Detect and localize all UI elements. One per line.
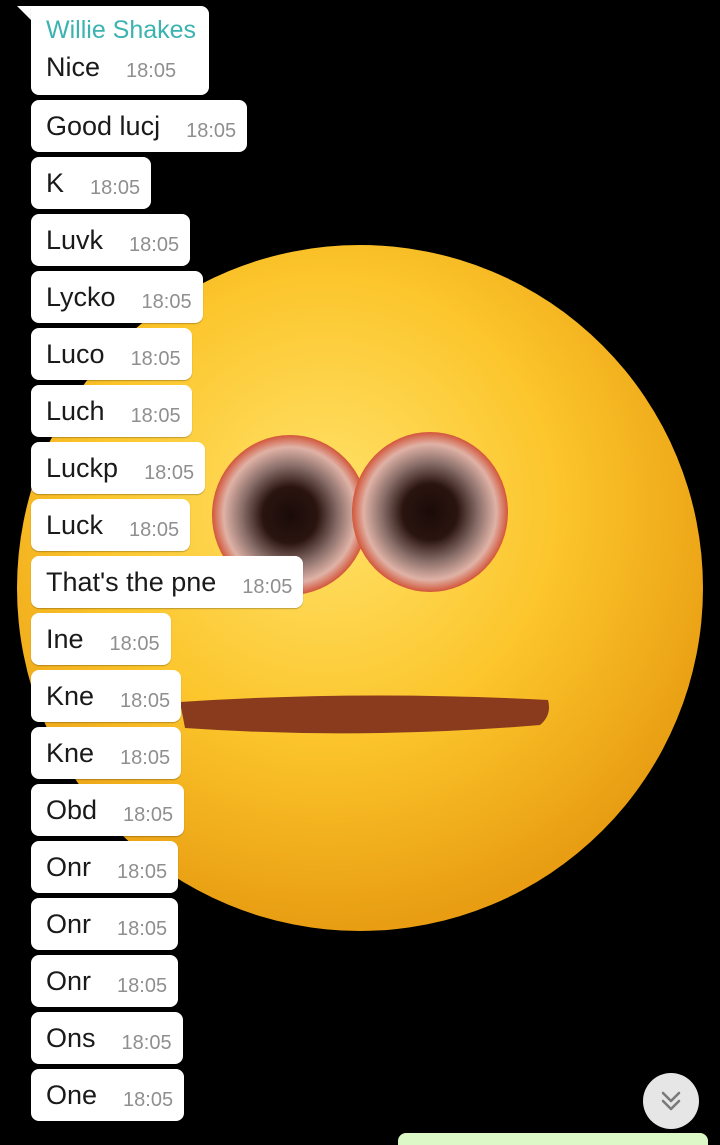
message-timestamp: 18:05 bbox=[109, 632, 160, 655]
message-text: Onr bbox=[46, 966, 92, 996]
message-timestamp: 18:05 bbox=[120, 689, 171, 712]
outgoing-message-bubble-partial bbox=[398, 1133, 708, 1145]
message-bubble[interactable]: Onr 18:05 bbox=[31, 898, 179, 950]
message-text: That's the pne bbox=[46, 567, 217, 597]
scroll-to-bottom-button[interactable] bbox=[643, 1073, 699, 1129]
message-timestamp: 18:05 bbox=[242, 575, 293, 598]
message-text: Ine bbox=[46, 624, 84, 654]
message-timestamp: 18:05 bbox=[126, 60, 177, 82]
message-text: Kne bbox=[46, 681, 95, 711]
message-text: Luch bbox=[46, 396, 105, 426]
message-bubble[interactable]: Luvk 18:05 bbox=[31, 214, 191, 266]
message-text: Kne bbox=[46, 738, 95, 768]
message-timestamp: 18:05 bbox=[141, 290, 192, 313]
message-list[interactable]: Willie Shakes Nice 18:05 Good lucj 18:05 K 18:… bbox=[0, 0, 720, 1141]
message-bubble[interactable]: Obd 18:05 bbox=[31, 784, 185, 836]
message-text: K bbox=[46, 168, 65, 198]
message-timestamp: 18:05 bbox=[129, 233, 180, 256]
double-chevron-down-icon bbox=[661, 1091, 681, 1111]
message-bubble[interactable]: Luck 18:05 bbox=[31, 499, 191, 551]
message-timestamp: 18:05 bbox=[130, 347, 181, 370]
message-bubble[interactable]: Kne 18:05 bbox=[31, 670, 182, 722]
message-text: Onr bbox=[46, 909, 92, 939]
message-bubble[interactable]: Luch 18:05 bbox=[31, 385, 192, 437]
message-timestamp: 18:05 bbox=[117, 917, 168, 940]
sender-name: Willie Shakes bbox=[46, 16, 197, 44]
message-timestamp: 18:05 bbox=[90, 176, 141, 199]
message-timestamp: 18:05 bbox=[130, 404, 181, 427]
message-timestamp: 18:05 bbox=[123, 803, 174, 826]
message-text: Nice bbox=[46, 51, 101, 82]
message-bubble[interactable]: Onr 18:05 bbox=[31, 841, 179, 893]
message-bubble[interactable]: Luckp 18:05 bbox=[31, 442, 206, 494]
message-timestamp: 18:05 bbox=[117, 860, 168, 883]
message-bubble[interactable]: Good lucj 18:05 bbox=[31, 100, 248, 152]
message-text: Luckp bbox=[46, 453, 119, 483]
message-bubble[interactable]: Ine 18:05 bbox=[31, 613, 171, 665]
message-timestamp: 18:05 bbox=[144, 461, 195, 484]
message-timestamp: 18:05 bbox=[129, 518, 180, 541]
message-text: Onr bbox=[46, 852, 92, 882]
message-bubble[interactable]: Ons 18:05 bbox=[31, 1012, 183, 1064]
message-timestamp: 18:05 bbox=[186, 119, 237, 142]
message-bubble[interactable]: Willie Shakes Nice 18:05 bbox=[31, 6, 209, 95]
message-text: Ons bbox=[46, 1023, 96, 1053]
message-bubble[interactable]: One 18:05 bbox=[31, 1069, 185, 1121]
message-text: One bbox=[46, 1080, 98, 1110]
message-text: Luck bbox=[46, 510, 104, 540]
message-timestamp: 18:05 bbox=[123, 1088, 174, 1111]
message-text: Luco bbox=[46, 339, 105, 369]
message-bubble[interactable]: Lycko 18:05 bbox=[31, 271, 203, 323]
message-text: Obd bbox=[46, 795, 98, 825]
message-bubble[interactable]: That's the pne 18:05 bbox=[31, 556, 304, 608]
message-text: Lycko bbox=[46, 282, 116, 312]
message-timestamp: 18:05 bbox=[120, 746, 171, 769]
message-timestamp: 18:05 bbox=[117, 974, 168, 997]
message-text: Good lucj bbox=[46, 111, 161, 141]
message-bubble[interactable]: K 18:05 bbox=[31, 157, 152, 209]
message-timestamp: 18:05 bbox=[121, 1031, 172, 1054]
message-bubble[interactable]: Luco 18:05 bbox=[31, 328, 192, 380]
message-bubble[interactable]: Onr 18:05 bbox=[31, 955, 179, 1007]
message-bubble[interactable]: Kne 18:05 bbox=[31, 727, 182, 779]
message-text: Luvk bbox=[46, 225, 104, 255]
